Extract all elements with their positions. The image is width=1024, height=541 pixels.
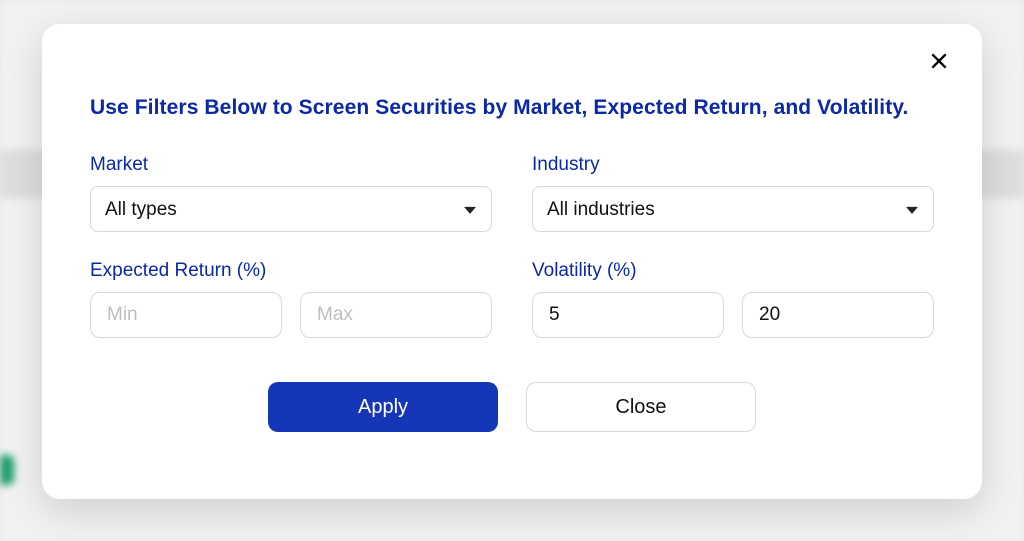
close-modal-button[interactable]: Close: [526, 382, 756, 432]
volatility-field-group: Volatility (%): [532, 260, 934, 338]
modal-title: Use Filters Below to Screen Securities b…: [90, 96, 934, 120]
market-label: Market: [90, 154, 492, 176]
close-button[interactable]: [924, 46, 954, 76]
filter-modal: Use Filters Below to Screen Securities b…: [42, 24, 982, 499]
market-select-wrap: All types: [90, 186, 492, 232]
industry-label: Industry: [532, 154, 934, 176]
filter-form: Market All types Industry All industries…: [90, 154, 934, 338]
expected-return-min-input[interactable]: [90, 292, 282, 338]
backdrop-chip: [0, 455, 14, 485]
close-icon: [929, 51, 949, 71]
volatility-label: Volatility (%): [532, 260, 934, 282]
expected-return-max-input[interactable]: [300, 292, 492, 338]
market-field-group: Market All types: [90, 154, 492, 232]
volatility-min-input[interactable]: [532, 292, 724, 338]
volatility-max-input[interactable]: [742, 292, 934, 338]
industry-select-wrap: All industries: [532, 186, 934, 232]
expected-return-label: Expected Return (%): [90, 260, 492, 282]
expected-return-field-group: Expected Return (%): [90, 260, 492, 338]
market-select[interactable]: All types: [90, 186, 492, 232]
apply-button[interactable]: Apply: [268, 382, 498, 432]
modal-button-row: Apply Close: [90, 382, 934, 432]
industry-select[interactable]: All industries: [532, 186, 934, 232]
industry-field-group: Industry All industries: [532, 154, 934, 232]
